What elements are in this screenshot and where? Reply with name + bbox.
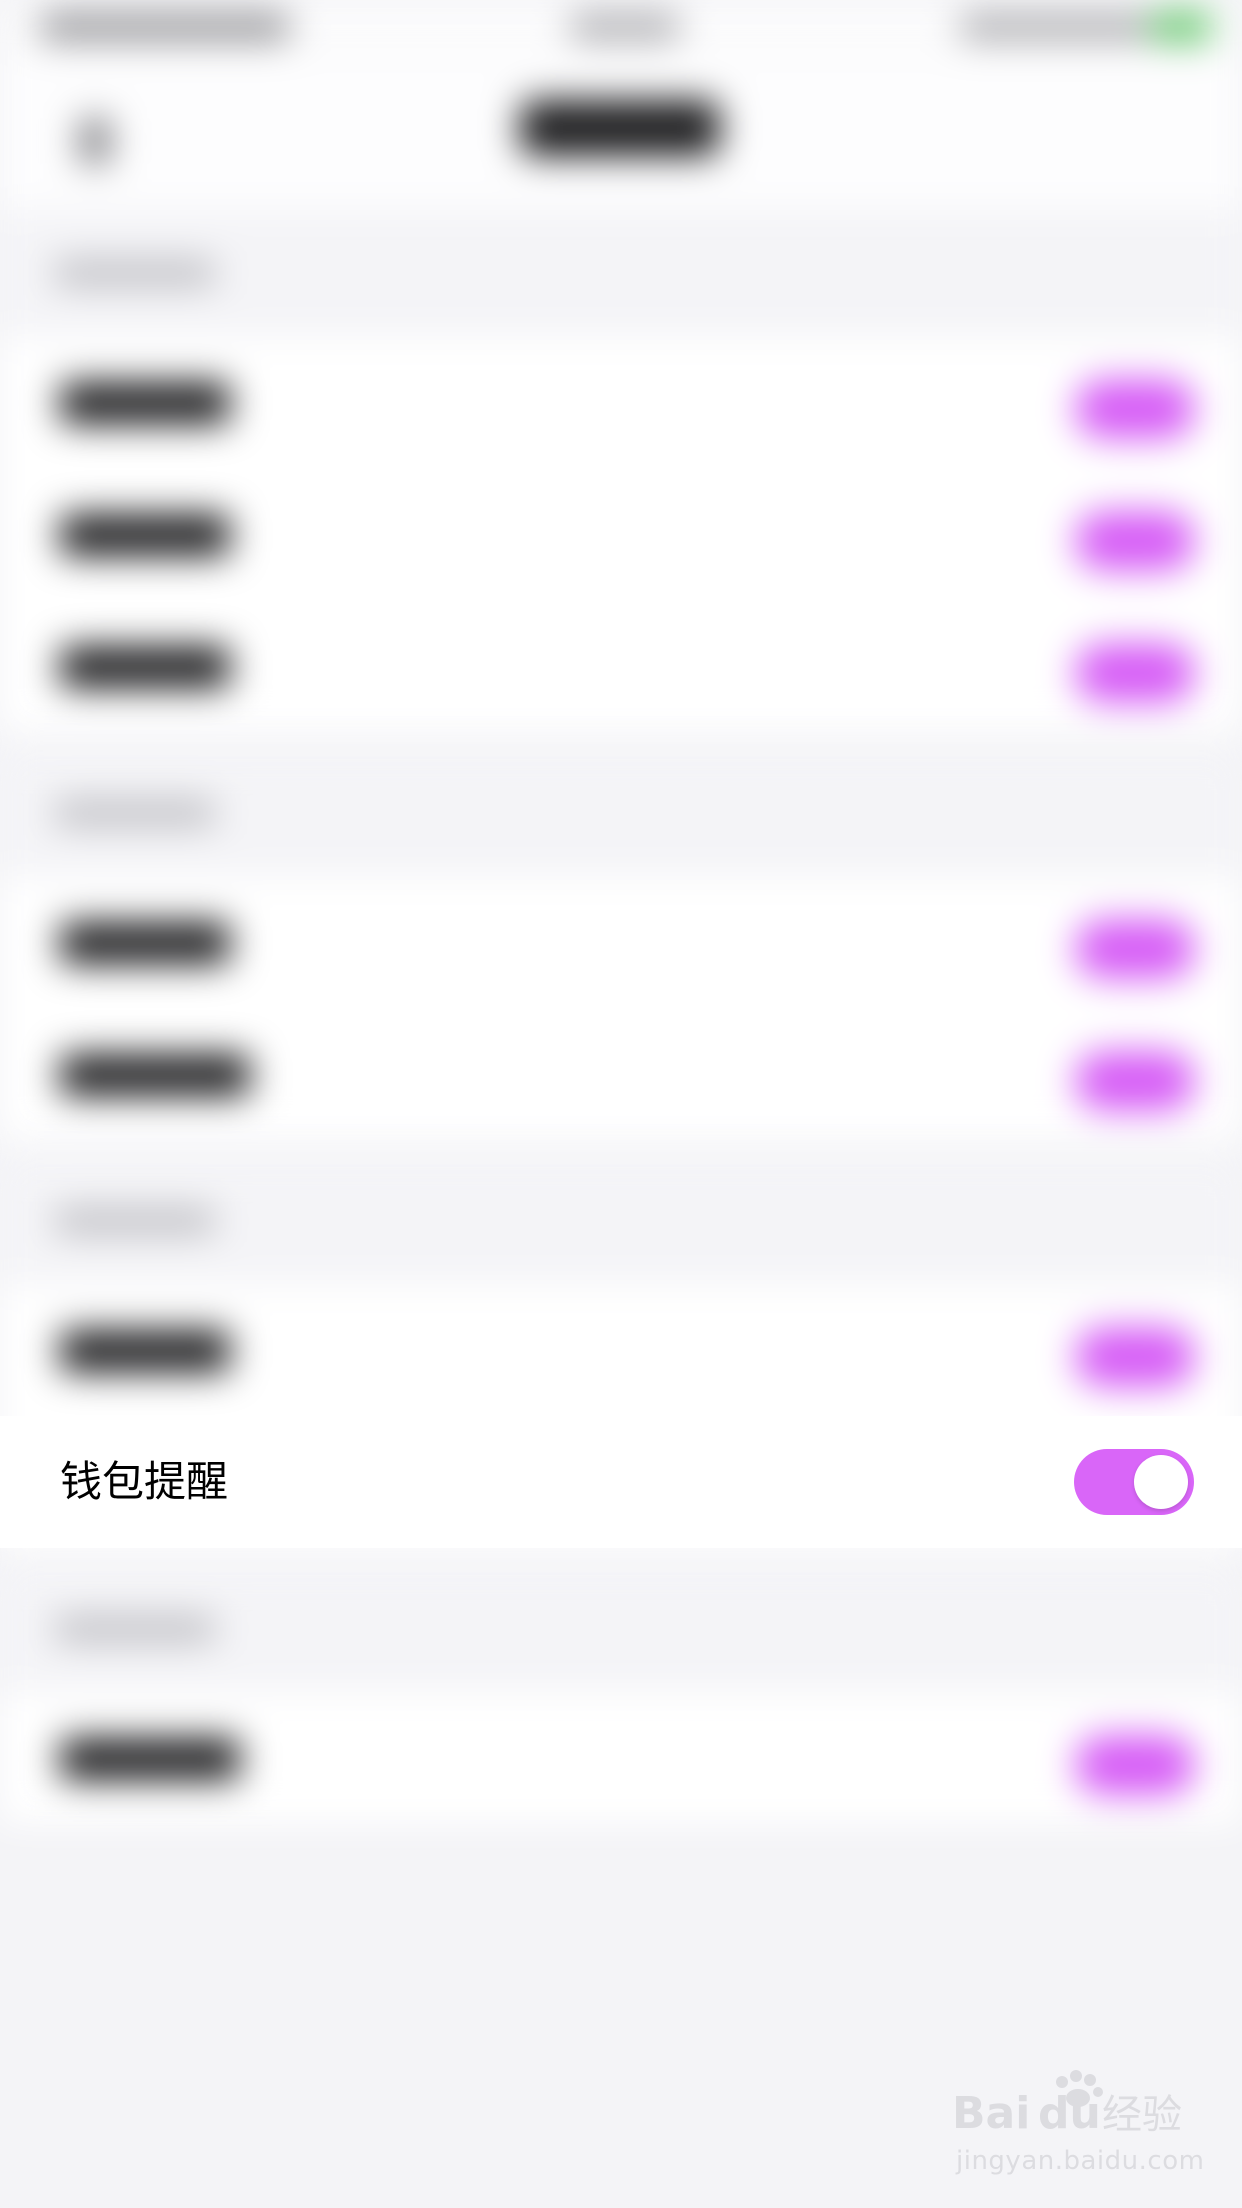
status-time xyxy=(570,14,680,40)
blurred-background xyxy=(0,0,1242,2208)
section-header xyxy=(0,210,1242,336)
section-header xyxy=(0,1566,1242,1692)
status-icons xyxy=(960,14,1150,40)
settings-row[interactable] xyxy=(0,876,1242,1008)
settings-screen: 钱包提醒 Bai du 经验 jingyan.baidu.com xyxy=(0,0,1242,2208)
settings-row[interactable] xyxy=(0,1008,1242,1140)
toggle-switch[interactable] xyxy=(1075,1735,1195,1795)
page-title xyxy=(520,100,720,156)
settings-row[interactable] xyxy=(0,600,1242,732)
wallet-reminder-toggle[interactable] xyxy=(1074,1449,1194,1515)
toggle-switch[interactable] xyxy=(1075,1051,1195,1111)
settings-row[interactable] xyxy=(0,1284,1242,1416)
status-bar xyxy=(0,0,1242,60)
toggle-switch[interactable] xyxy=(1075,1327,1195,1387)
settings-row[interactable] xyxy=(0,336,1242,468)
svg-text:du: du xyxy=(1038,2088,1101,2138)
toggle-switch[interactable] xyxy=(1075,511,1195,571)
wallet-reminder-row[interactable]: 钱包提醒 xyxy=(0,1416,1242,1548)
baidu-jingyan-watermark: Bai du 经验 jingyan.baidu.com xyxy=(952,2068,1204,2188)
back-chevron-icon[interactable] xyxy=(80,118,110,164)
section-header xyxy=(0,1158,1242,1284)
toggle-switch[interactable] xyxy=(1075,919,1195,979)
section-header xyxy=(0,750,1242,876)
battery-icon xyxy=(1150,12,1212,42)
carrier-indicator xyxy=(40,14,290,40)
svg-text:Bai: Bai xyxy=(952,2088,1030,2138)
toggle-knob xyxy=(1134,1455,1188,1509)
watermark-url: jingyan.baidu.com xyxy=(956,2146,1205,2176)
svg-text:经验: 经验 xyxy=(1102,2092,1182,2138)
wallet-reminder-label: 钱包提醒 xyxy=(60,1457,229,1506)
toggle-switch[interactable] xyxy=(1075,643,1195,703)
navigation-bar xyxy=(0,60,1242,210)
settings-row[interactable] xyxy=(0,468,1242,600)
toggle-switch[interactable] xyxy=(1075,379,1195,439)
settings-row[interactable] xyxy=(0,1692,1242,1824)
baidu-logo-icon: Bai du 经验 xyxy=(952,2070,1182,2138)
